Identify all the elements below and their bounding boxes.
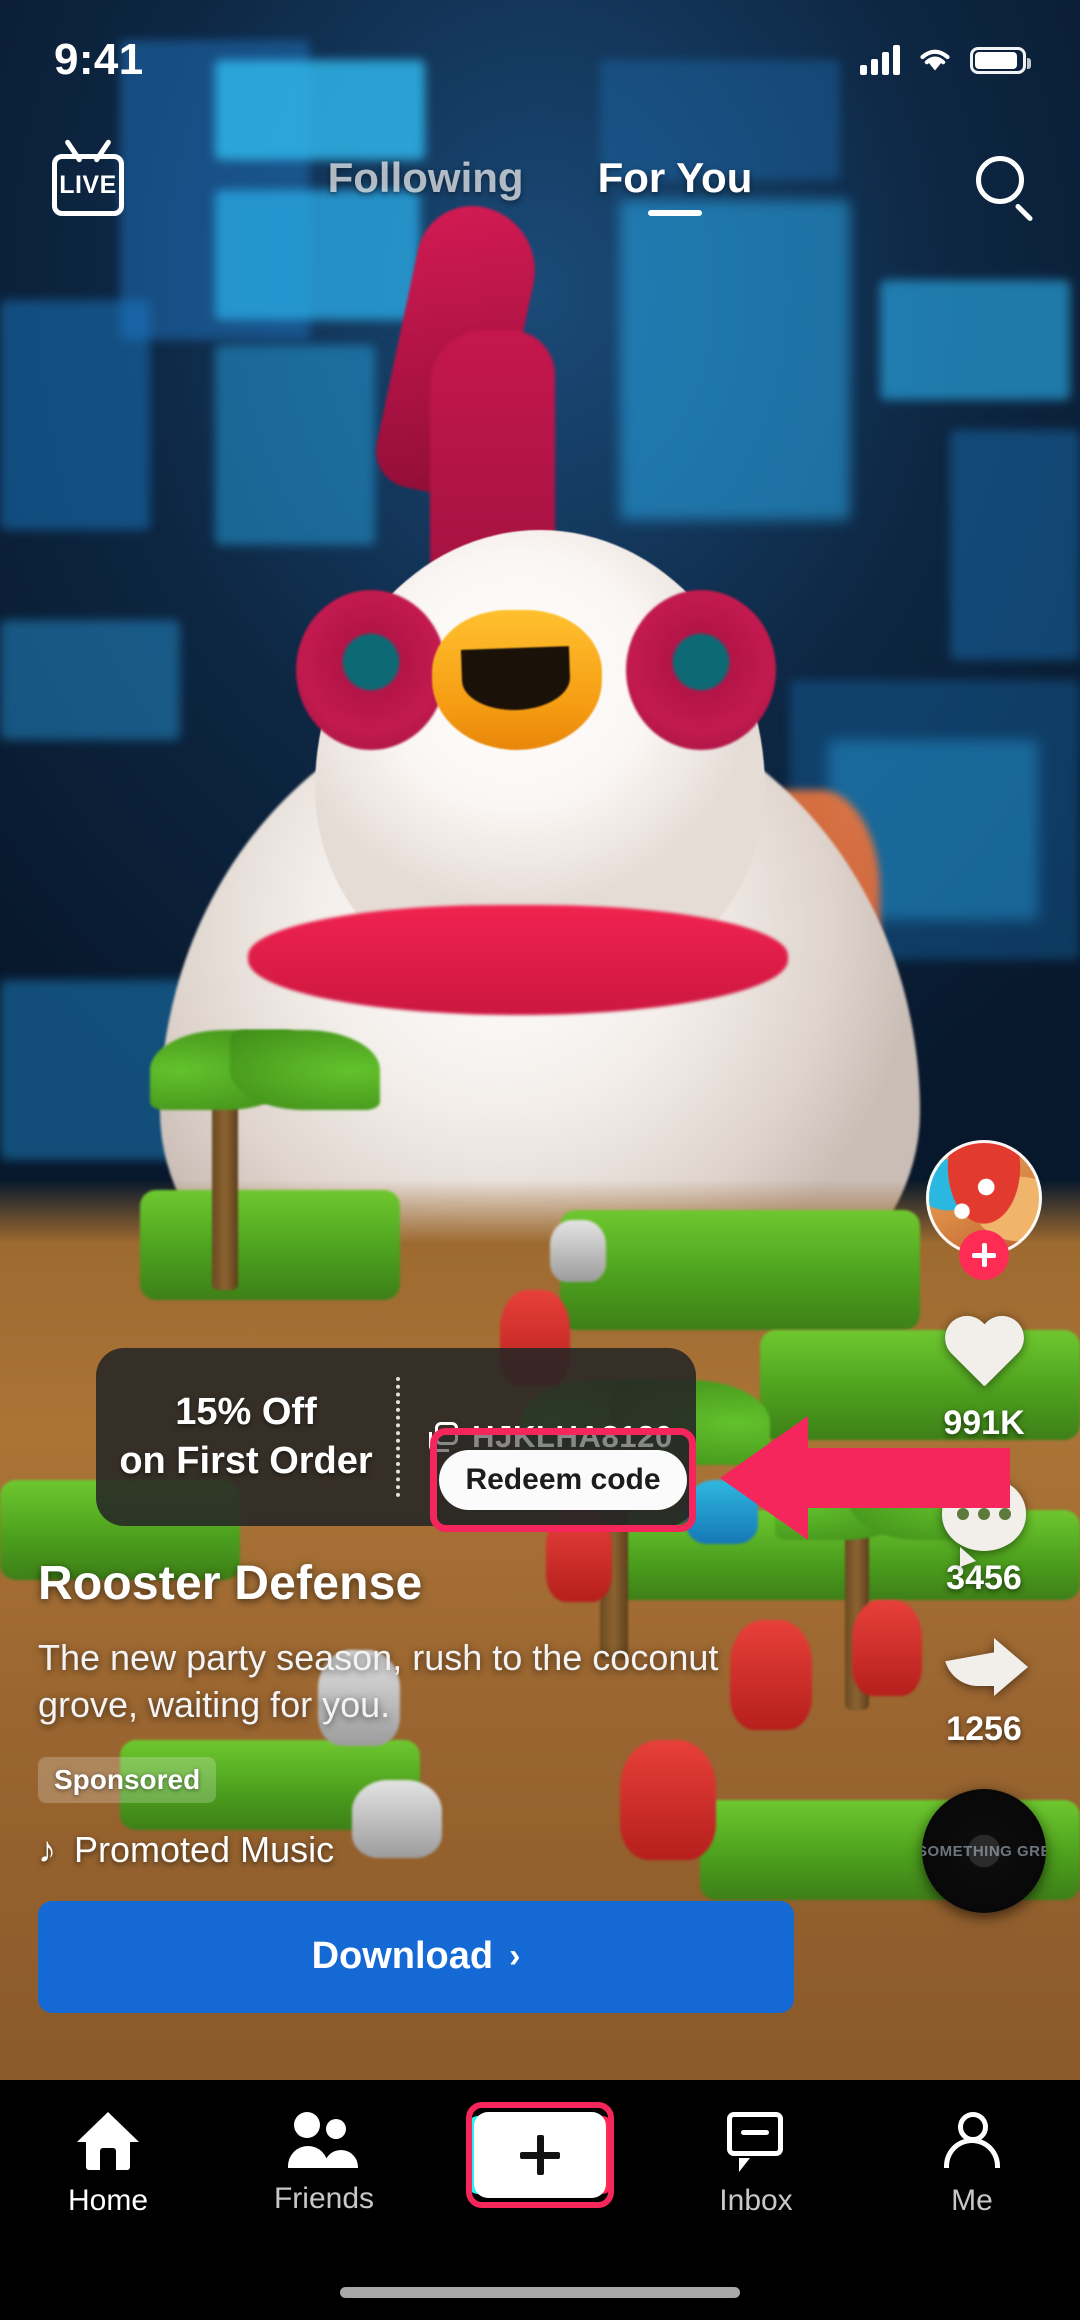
live-label: LIVE — [59, 170, 117, 199]
nav-label-friends: Friends — [273, 2182, 375, 2215]
music-disc[interactable]: SOMETHING GRE — [922, 1789, 1046, 1913]
search-icon — [976, 156, 1034, 223]
nav-label-home: Home — [67, 2184, 149, 2217]
home-indicator — [340, 2287, 740, 2298]
nav-item-create[interactable] — [440, 2102, 640, 2208]
sponsored-badge: Sponsored — [38, 1756, 217, 1803]
chevron-right-icon: › — [509, 1937, 521, 1976]
inbox-icon — [727, 2112, 785, 2172]
promo-offer-line2: on First Order — [119, 1440, 373, 1482]
battery-icon — [970, 46, 1031, 74]
share-count: 1256 — [946, 1710, 1022, 1748]
share-icon — [940, 1632, 1028, 1702]
follow-button[interactable] — [959, 1230, 1009, 1280]
avatar-container[interactable] — [926, 1140, 1042, 1280]
profile-icon — [944, 2112, 1000, 2170]
status-bar: 9:41 — [0, 0, 1080, 120]
nav-item-friends[interactable]: Friends — [224, 2112, 424, 2216]
rooster-scarf — [248, 905, 788, 1015]
nav-label-me: Me — [951, 2184, 993, 2217]
music-disc-label: SOMETHING GRE — [922, 1842, 1046, 1860]
music-note-icon: ♪ — [38, 1828, 56, 1870]
live-button[interactable]: LIVE — [46, 154, 130, 216]
top-navigation: LIVE Following For You — [0, 130, 1080, 240]
nav-item-inbox[interactable]: Inbox — [656, 2112, 856, 2218]
home-icon — [77, 2112, 139, 2170]
feed-tabs: Following For You — [130, 154, 950, 216]
promo-offer-line1: 15% Off — [175, 1391, 317, 1434]
rooster-eye-right — [626, 590, 776, 750]
status-icons — [860, 45, 1031, 75]
tab-for-you[interactable]: For You — [598, 154, 753, 216]
music-row[interactable]: ♪ Promoted Music — [38, 1829, 798, 1871]
bottom-navigation: Home Friends Inbox Me — [0, 2080, 1080, 2320]
nav-item-home[interactable]: Home — [8, 2112, 208, 2218]
redeem-code-highlight: Redeem code — [430, 1428, 696, 1532]
create-button-wrapper[interactable] — [466, 2102, 614, 2208]
redeem-code-button[interactable]: Redeem code — [439, 1450, 687, 1510]
annotation-arrow-left-icon — [720, 1416, 1010, 1540]
wifi-icon — [920, 49, 950, 71]
search-button[interactable] — [950, 156, 1034, 223]
ad-description: The new party season, rush to the coconu… — [38, 1637, 719, 1725]
caption-block: Rooster Defense The new party season, ru… — [38, 1556, 798, 2013]
create-button-highlight — [466, 2102, 614, 2208]
promo-offer-text: 15% Off on First Order — [96, 1388, 396, 1485]
download-button[interactable]: Download › — [38, 1900, 794, 2013]
tab-following[interactable]: Following — [328, 154, 524, 216]
status-time: 9:41 — [54, 35, 144, 84]
music-title: Promoted Music — [74, 1828, 335, 1870]
phone-screen: 9:41 LIVE Following For You 991K 3456 12… — [0, 0, 1080, 2320]
rooster-eye-left — [296, 590, 446, 750]
cellular-signal-icon — [860, 45, 900, 75]
live-tv-icon: LIVE — [52, 154, 124, 216]
download-label: Download — [311, 1935, 494, 1978]
friends-icon — [288, 2112, 360, 2168]
heart-icon — [941, 1318, 1027, 1396]
comment-count: 3456 — [946, 1559, 1022, 1597]
nav-label-inbox: Inbox — [719, 2184, 793, 2217]
share-button[interactable]: 1256 — [940, 1632, 1028, 1749]
ad-title: Rooster Defense — [38, 1557, 423, 1610]
nav-item-me[interactable]: Me — [872, 2112, 1072, 2218]
